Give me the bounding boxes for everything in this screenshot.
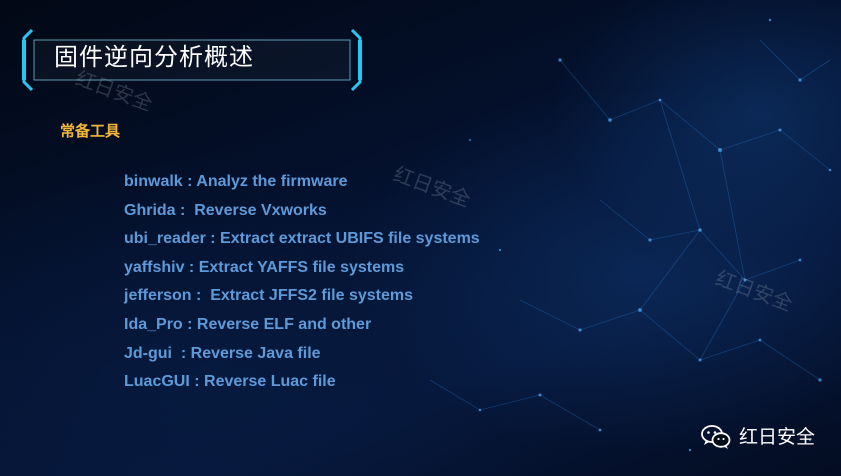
footer-brand-label: 红日安全 — [738, 426, 815, 448]
tool-list-item: LuacGUI : Reverse Luac file — [124, 373, 336, 391]
tool-list-item: jefferson : Extract JFFS2 file systems — [124, 287, 413, 305]
section-heading: 常备工具 — [60, 122, 121, 140]
tool-list-item: Ghrida : Reverse Vxworks — [124, 201, 327, 219]
tool-list-item: Jd-gui : Reverse Java file — [124, 344, 321, 362]
tool-list-item: Ida_Pro : Reverse ELF and other — [124, 315, 372, 333]
slide: 固件逆向分析概述 常备工具 binwalk : Analyz the firmw… — [0, 0, 841, 476]
tool-list-item: ubi_reader : Extract extract UBIFS file … — [124, 230, 480, 248]
tool-list-item: yaffshiv : Extract YAFFS file systems — [124, 258, 405, 276]
wechat-icon — [701, 424, 731, 450]
footer-brand: 红日安全 — [701, 424, 815, 450]
tool-list: binwalk : Analyz the firmware Ghrida : R… — [124, 168, 480, 397]
